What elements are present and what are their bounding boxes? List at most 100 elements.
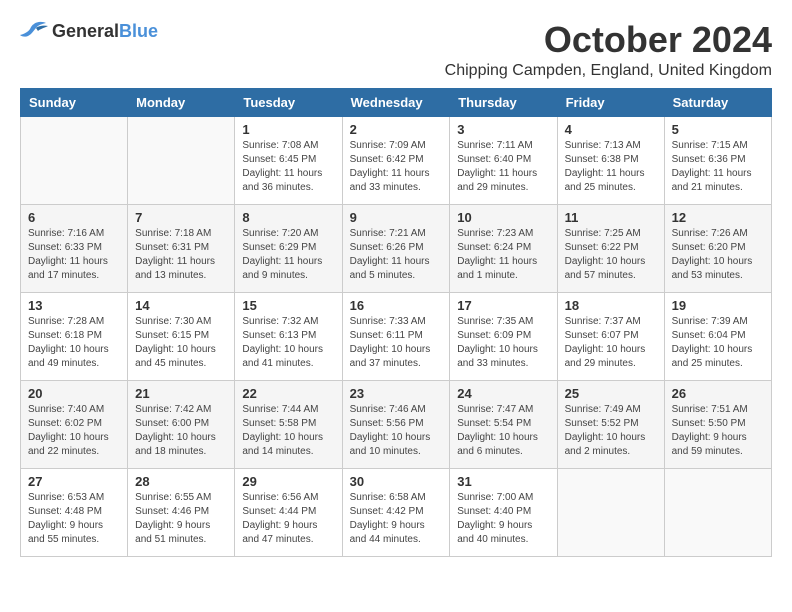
calendar-cell: 28Sunrise: 6:55 AM Sunset: 4:46 PM Dayli… (128, 468, 235, 556)
day-info: Sunrise: 7:21 AM Sunset: 6:26 PM Dayligh… (350, 227, 443, 283)
calendar-cell: 10 Sunrise: 7:23 AM Sunset: 6:24 PM Dayli… (450, 204, 557, 292)
calendar-cell (664, 468, 771, 556)
day-number: 5 (672, 122, 764, 137)
week-row-2: 6 Sunrise: 7:16 AM Sunset: 6:33 PM Daylig… (21, 204, 772, 292)
calendar-cell: 14 Sunrise: 7:30 AM Sunset: 6:15 PM Dayli… (128, 292, 235, 380)
calendar-cell: 8 Sunrise: 7:20 AM Sunset: 6:29 PM Daylig… (235, 204, 342, 292)
calendar-cell: 2 Sunrise: 7:09 AM Sunset: 6:42 PM Daylig… (342, 116, 450, 204)
day-number: 30 (350, 474, 443, 489)
calendar-cell: 30 Sunrise: 6:58 AM Sunset: 4:42 PM Dayli… (342, 468, 450, 556)
day-info: Sunrise: 7:47 AM Sunset: 5:54 PM Dayligh… (457, 403, 549, 459)
calendar-cell: 31Sunrise: 7:00 AM Sunset: 4:40 PM Dayli… (450, 468, 557, 556)
day-number: 27 (28, 474, 120, 489)
day-number: 17 (457, 298, 549, 313)
day-number: 3 (457, 122, 549, 137)
day-info: Sunrise: 7:37 AM Sunset: 6:07 PM Dayligh… (565, 315, 657, 371)
calendar-cell: 19Sunrise: 7:39 AM Sunset: 6:04 PM Dayli… (664, 292, 771, 380)
calendar-cell: 25 Sunrise: 7:49 AM Sunset: 5:52 PM Dayli… (557, 380, 664, 468)
day-number: 2 (350, 122, 443, 137)
calendar-cell: 23Sunrise: 7:46 AM Sunset: 5:56 PM Dayli… (342, 380, 450, 468)
day-number: 8 (242, 210, 334, 225)
day-number: 28 (135, 474, 227, 489)
day-number: 16 (350, 298, 443, 313)
calendar-cell: 12 Sunrise: 7:26 AM Sunset: 6:20 PM Dayli… (664, 204, 771, 292)
logo-general: General (52, 21, 119, 41)
day-number: 1 (242, 122, 334, 137)
day-info: Sunrise: 7:16 AM Sunset: 6:33 PM Dayligh… (28, 227, 120, 283)
calendar-cell: 29Sunrise: 6:56 AM Sunset: 4:44 PM Dayli… (235, 468, 342, 556)
week-row-5: 27 Sunrise: 6:53 AM Sunset: 4:48 PM Dayli… (21, 468, 772, 556)
day-info: Sunrise: 7:25 AM Sunset: 6:22 PM Dayligh… (565, 227, 657, 283)
logo-blue: Blue (119, 21, 158, 41)
logo-icon (20, 20, 48, 42)
day-info: Sunrise: 7:33 AM Sunset: 6:11 PM Dayligh… (350, 315, 443, 371)
day-info: Sunrise: 7:40 AM Sunset: 6:02 PM Dayligh… (28, 403, 120, 459)
day-number: 19 (672, 298, 764, 313)
calendar-cell: 6 Sunrise: 7:16 AM Sunset: 6:33 PM Daylig… (21, 204, 128, 292)
day-number: 4 (565, 122, 657, 137)
logo: GeneralBlue (20, 20, 158, 42)
day-info: Sunrise: 6:56 AM Sunset: 4:44 PM Dayligh… (242, 491, 334, 547)
day-number: 24 (457, 386, 549, 401)
day-info: Sunrise: 7:18 AM Sunset: 6:31 PM Dayligh… (135, 227, 227, 283)
calendar-cell: 9Sunrise: 7:21 AM Sunset: 6:26 PM Daylig… (342, 204, 450, 292)
day-number: 31 (457, 474, 549, 489)
day-info: Sunrise: 7:30 AM Sunset: 6:15 PM Dayligh… (135, 315, 227, 371)
day-info: Sunrise: 7:23 AM Sunset: 6:24 PM Dayligh… (457, 227, 549, 283)
day-number: 12 (672, 210, 764, 225)
calendar-cell (128, 116, 235, 204)
calendar-cell: 26Sunrise: 7:51 AM Sunset: 5:50 PM Dayli… (664, 380, 771, 468)
calendar-cell: 16 Sunrise: 7:33 AM Sunset: 6:11 PM Dayli… (342, 292, 450, 380)
week-row-4: 20 Sunrise: 7:40 AM Sunset: 6:02 PM Dayli… (21, 380, 772, 468)
day-number: 18 (565, 298, 657, 313)
day-info: Sunrise: 6:53 AM Sunset: 4:48 PM Dayligh… (28, 491, 120, 547)
calendar-table: SundayMondayTuesdayWednesdayThursdayFrid… (20, 88, 772, 557)
day-number: 21 (135, 386, 227, 401)
day-info: Sunrise: 7:49 AM Sunset: 5:52 PM Dayligh… (565, 403, 657, 459)
day-number: 6 (28, 210, 120, 225)
day-info: Sunrise: 7:13 AM Sunset: 6:38 PM Dayligh… (565, 139, 657, 195)
day-info: Sunrise: 7:42 AM Sunset: 6:00 PM Dayligh… (135, 403, 227, 459)
calendar-cell (557, 468, 664, 556)
day-info: Sunrise: 7:11 AM Sunset: 6:40 PM Dayligh… (457, 139, 549, 195)
day-info: Sunrise: 7:32 AM Sunset: 6:13 PM Dayligh… (242, 315, 334, 371)
calendar-cell: 24 Sunrise: 7:47 AM Sunset: 5:54 PM Dayli… (450, 380, 557, 468)
day-info: Sunrise: 6:58 AM Sunset: 4:42 PM Dayligh… (350, 491, 443, 547)
calendar-cell: 1 Sunrise: 7:08 AM Sunset: 6:45 PM Daylig… (235, 116, 342, 204)
weekday-header-wednesday: Wednesday (342, 88, 450, 116)
calendar-cell: 22Sunrise: 7:44 AM Sunset: 5:58 PM Dayli… (235, 380, 342, 468)
day-info: Sunrise: 7:35 AM Sunset: 6:09 PM Dayligh… (457, 315, 549, 371)
weekday-header-saturday: Saturday (664, 88, 771, 116)
month-title: October 2024 (445, 20, 772, 60)
day-info: Sunrise: 7:09 AM Sunset: 6:42 PM Dayligh… (350, 139, 443, 195)
day-number: 20 (28, 386, 120, 401)
page-header: GeneralBlue October 2024 Chipping Campde… (20, 20, 772, 80)
weekday-header-monday: Monday (128, 88, 235, 116)
day-number: 15 (242, 298, 334, 313)
day-info: Sunrise: 7:20 AM Sunset: 6:29 PM Dayligh… (242, 227, 334, 283)
day-number: 14 (135, 298, 227, 313)
week-row-3: 13Sunrise: 7:28 AM Sunset: 6:18 PM Dayli… (21, 292, 772, 380)
weekday-header-thursday: Thursday (450, 88, 557, 116)
weekday-header-friday: Friday (557, 88, 664, 116)
day-info: Sunrise: 7:26 AM Sunset: 6:20 PM Dayligh… (672, 227, 764, 283)
day-number: 10 (457, 210, 549, 225)
day-info: Sunrise: 7:08 AM Sunset: 6:45 PM Dayligh… (242, 139, 334, 195)
calendar-cell: 27 Sunrise: 6:53 AM Sunset: 4:48 PM Dayli… (21, 468, 128, 556)
day-info: Sunrise: 7:15 AM Sunset: 6:36 PM Dayligh… (672, 139, 764, 195)
calendar-cell: 11Sunrise: 7:25 AM Sunset: 6:22 PM Dayli… (557, 204, 664, 292)
week-row-1: 1 Sunrise: 7:08 AM Sunset: 6:45 PM Daylig… (21, 116, 772, 204)
calendar-cell: 21 Sunrise: 7:42 AM Sunset: 6:00 PM Dayli… (128, 380, 235, 468)
weekday-header-row: SundayMondayTuesdayWednesdayThursdayFrid… (21, 88, 772, 116)
day-number: 26 (672, 386, 764, 401)
calendar-cell: 20 Sunrise: 7:40 AM Sunset: 6:02 PM Dayli… (21, 380, 128, 468)
title-block: October 2024 Chipping Campden, England, … (445, 20, 772, 80)
day-number: 7 (135, 210, 227, 225)
calendar-cell: 13Sunrise: 7:28 AM Sunset: 6:18 PM Dayli… (21, 292, 128, 380)
day-number: 22 (242, 386, 334, 401)
day-number: 13 (28, 298, 120, 313)
calendar-cell: 7 Sunrise: 7:18 AM Sunset: 6:31 PM Daylig… (128, 204, 235, 292)
day-number: 25 (565, 386, 657, 401)
calendar-cell: 5 Sunrise: 7:15 AM Sunset: 6:36 PM Daylig… (664, 116, 771, 204)
calendar-cell: 4 Sunrise: 7:13 AM Sunset: 6:38 PM Daylig… (557, 116, 664, 204)
